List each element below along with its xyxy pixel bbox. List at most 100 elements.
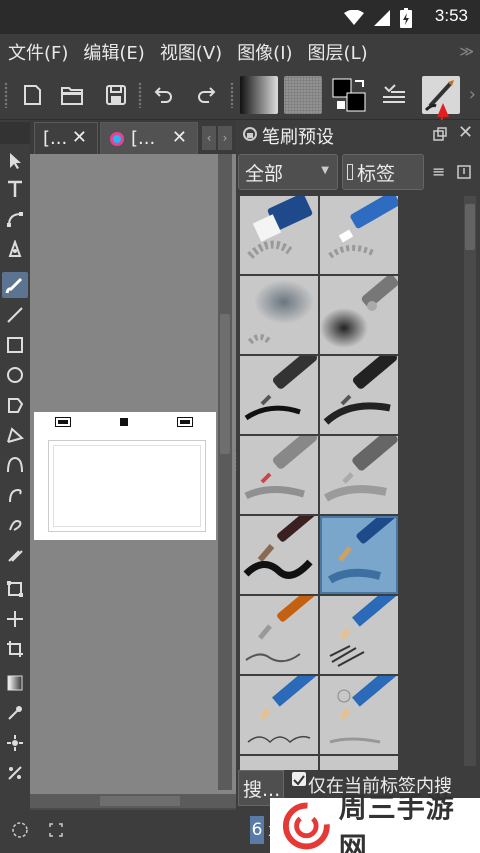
edit-shapes-tool-icon[interactable]: [2, 206, 28, 232]
tag-icon: [347, 164, 353, 180]
brush-preset-paint-brush-blue[interactable]: [320, 516, 398, 594]
open-folder-icon[interactable]: [56, 79, 88, 111]
crop-tool-icon[interactable]: [2, 636, 28, 662]
canvas-horizontal-scrollbar[interactable]: [30, 794, 236, 808]
filter-value: 全部: [245, 163, 284, 185]
move-tool-icon[interactable]: [2, 606, 28, 632]
text-tool-icon[interactable]: [2, 176, 28, 202]
tab-scroll-right-icon[interactable]: ›: [218, 126, 232, 150]
swap-colors-icon[interactable]: [330, 76, 368, 114]
brush-preset-marker[interactable]: [320, 436, 398, 514]
docker-title: 笔刷预设: [262, 127, 334, 148]
line-tool-icon[interactable]: [2, 302, 28, 328]
import-icon[interactable]: [456, 164, 472, 180]
toolbar-overflow-icon[interactable]: ›: [469, 84, 476, 105]
canvas-document[interactable]: [34, 412, 216, 540]
brush-preset-fineliner[interactable]: [240, 436, 318, 514]
fit-view-icon[interactable]: [48, 822, 64, 838]
bezier-tool-icon[interactable]: [2, 452, 28, 478]
canvas-scrollbar[interactable]: [218, 154, 232, 790]
menu-overflow-icon[interactable]: ≫: [459, 44, 474, 60]
tag-button[interactable]: 标签: [342, 154, 424, 190]
gradient-tool-icon[interactable]: [2, 670, 28, 696]
brush-preset-pencil-hatch[interactable]: [320, 596, 398, 674]
undo-icon[interactable]: [148, 79, 180, 111]
close-icon[interactable]: ✕: [172, 127, 187, 148]
dynamic-brush-tool-icon[interactable]: [2, 512, 28, 538]
docker-lock-icon[interactable]: [242, 126, 258, 142]
toolbox: [0, 120, 30, 810]
menu-file[interactable]: 文件(F): [8, 39, 68, 65]
battery-icon: [400, 8, 412, 28]
splitter-handle[interactable]: [233, 452, 237, 472]
brush-preset-pencil-sketch[interactable]: [240, 676, 318, 754]
menu-image[interactable]: 图像(I): [237, 39, 292, 65]
multibrush-tool-icon[interactable]: [2, 542, 28, 568]
brush-preset-airbrush-soft[interactable]: [240, 276, 318, 354]
status-bar: 3:53: [0, 0, 480, 34]
new-document-icon[interactable]: [16, 79, 48, 111]
close-docker-icon[interactable]: ✕: [458, 122, 473, 143]
handle-icon[interactable]: [177, 417, 193, 427]
gradient-icon[interactable]: [240, 76, 278, 114]
handle-icon[interactable]: [120, 418, 128, 426]
canvas-inner-frame: [53, 445, 201, 527]
brush-preset-watercolor-brush[interactable]: [240, 596, 318, 674]
status-time: 3:53: [434, 6, 468, 25]
toolbar-grip[interactable]: [230, 82, 234, 108]
view-mode-icon[interactable]: ≡: [432, 162, 445, 181]
brush-preset-eraser-pen[interactable]: [320, 196, 398, 274]
smart-patch-tool-icon[interactable]: [2, 730, 28, 756]
rectangle-tool-icon[interactable]: [2, 332, 28, 358]
freehand-path-tool-icon[interactable]: [2, 482, 28, 508]
transform-tool-icon[interactable]: [2, 576, 28, 602]
polyline-tool-icon[interactable]: [2, 422, 28, 448]
assistant-tool-icon[interactable]: [2, 760, 28, 786]
watermark-text: 周三手游网: [338, 790, 455, 853]
krita-icon: [110, 131, 124, 146]
watermark-logo-icon: [282, 802, 330, 849]
scrollbar-thumb[interactable]: [220, 314, 230, 454]
brush-preset-airbrush-pen[interactable]: [320, 276, 398, 354]
brush-preset-ink-pen-brush[interactable]: [320, 356, 398, 434]
menu-layer[interactable]: 图层(L): [308, 39, 368, 65]
brush-grid-scrollbar[interactable]: [464, 196, 476, 766]
toolbar-grip[interactable]: [138, 82, 142, 108]
zoom-field[interactable]: 6: [250, 816, 264, 844]
menu-view[interactable]: 视图(V): [160, 39, 222, 65]
redo-icon[interactable]: [190, 79, 222, 111]
scrollbar-thumb[interactable]: [465, 204, 475, 250]
brush-preset-ink-pen-round[interactable]: [240, 356, 318, 434]
canvas-area[interactable]: [30, 154, 236, 794]
polygon-tool-icon[interactable]: [2, 392, 28, 418]
scrollbar-thumb[interactable]: [100, 796, 180, 806]
brush-preset-partial[interactable]: [320, 756, 398, 770]
pattern-icon[interactable]: [284, 76, 322, 114]
signal-icon: [374, 10, 390, 26]
tab-document-2[interactable]: [... ✕: [100, 122, 198, 154]
brush-preset-paint-brush-dark[interactable]: [240, 516, 318, 594]
tag-label: 标签: [357, 162, 396, 185]
handle-icon[interactable]: [55, 417, 71, 427]
save-icon[interactable]: [100, 79, 132, 111]
ellipse-tool-icon[interactable]: [2, 362, 28, 388]
brush-preset-partial[interactable]: [240, 756, 318, 770]
brush-preset-eraser-small[interactable]: [240, 196, 318, 274]
calligraphy-tool-icon[interactable]: [2, 236, 28, 262]
search-in-tag-checkbox[interactable]: [292, 772, 306, 786]
color-picker-tool-icon[interactable]: [2, 700, 28, 726]
tab-scroll-left-icon[interactable]: ‹: [202, 126, 216, 150]
brush-preset-pencil-blue[interactable]: [320, 676, 398, 754]
layer-stack-icon[interactable]: [378, 79, 410, 111]
tab-document-1[interactable]: [... ✕: [34, 122, 98, 154]
brush-preset-grid: [240, 196, 398, 853]
main-toolbar: ›: [0, 70, 480, 120]
freehand-brush-tool-icon[interactable]: [2, 272, 28, 298]
select-tool-icon[interactable]: [2, 148, 28, 174]
selection-mode-icon[interactable]: [10, 820, 30, 840]
toolbar-grip[interactable]: [4, 82, 8, 108]
brush-filter-select[interactable]: 全部 ▼: [238, 154, 338, 190]
close-icon[interactable]: ✕: [72, 127, 87, 148]
menu-edit[interactable]: 编辑(E): [83, 39, 144, 65]
float-docker-icon[interactable]: [432, 126, 448, 142]
